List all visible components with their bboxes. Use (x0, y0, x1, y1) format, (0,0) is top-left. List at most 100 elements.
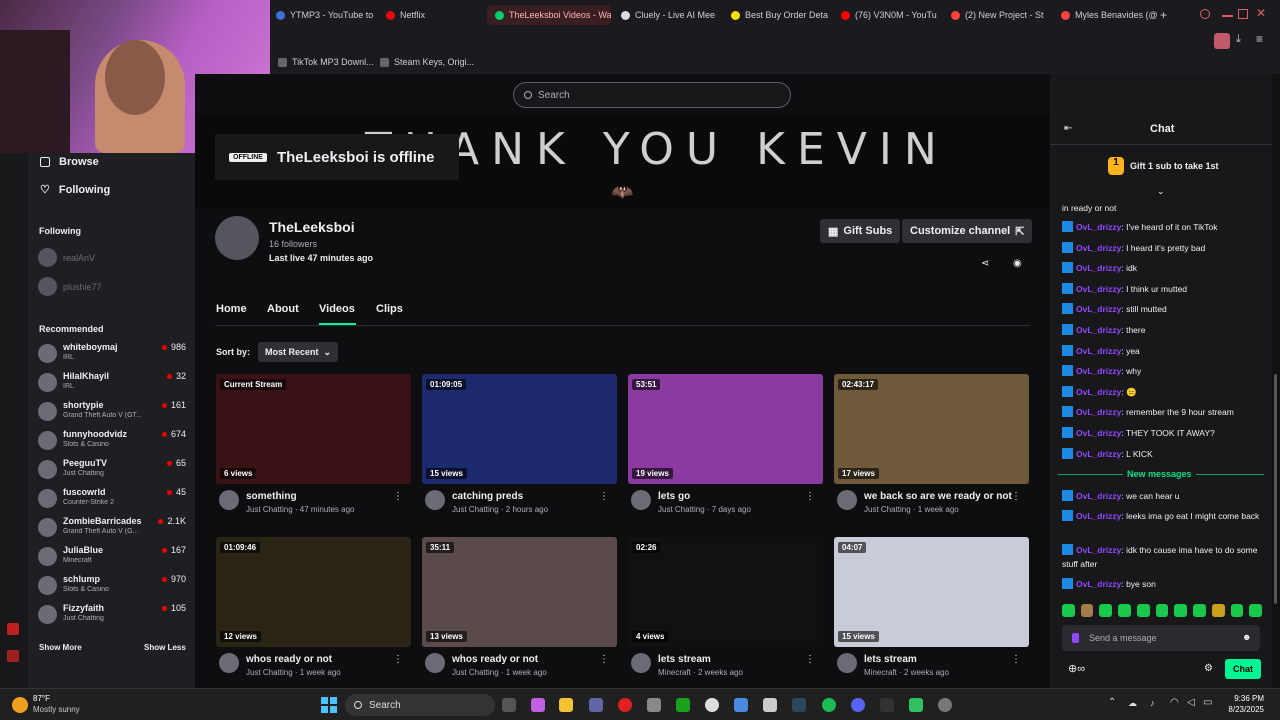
nav-browse[interactable]: Browse (40, 156, 99, 168)
video-card[interactable]: 04:07 15 views lets stream Minecraft · 2 we… (834, 537, 1029, 687)
browser-tab[interactable]: Myles Benavides (@ (1061, 5, 1161, 25)
show-less-link[interactable]: Show Less (144, 643, 186, 652)
app-icon[interactable] (7, 623, 19, 635)
video-title[interactable]: whos ready or not (452, 654, 538, 665)
discord-icon[interactable] (851, 698, 865, 712)
file-explorer-icon[interactable] (559, 698, 573, 712)
chat-username[interactable]: OvL_drizzy (1076, 325, 1121, 335)
chat-username[interactable]: OvL_drizzy (1076, 545, 1121, 555)
video-thumbnail[interactable]: Current Stream 6 views (216, 374, 411, 484)
emote-icon[interactable] (1080, 604, 1094, 617)
emote-icon[interactable] (1062, 604, 1075, 617)
menu-icon[interactable]: ≡ (1256, 32, 1263, 46)
wifi-icon[interactable]: ◠ (1170, 697, 1179, 708)
chat-input[interactable]: Send a message (1062, 625, 1260, 651)
emote-icon[interactable] (1155, 604, 1169, 617)
video-thumbnail[interactable]: 02:26 4 views (628, 537, 823, 647)
browser-tab[interactable]: Best Buy Order Deta (731, 5, 831, 25)
video-thumbnail[interactable]: 04:07 15 views (834, 537, 1029, 647)
chat-username[interactable]: OvL_drizzy (1076, 449, 1121, 459)
chat-username[interactable]: OvL_drizzy (1076, 491, 1121, 501)
gift-leaderboard[interactable]: 1 Gift 1 sub to take 1st (1108, 157, 1219, 175)
minimize-icon[interactable] (1222, 15, 1233, 17)
profile-avatar[interactable] (1214, 33, 1230, 49)
close-icon[interactable]: ✕ (1256, 6, 1266, 20)
steam-icon[interactable] (792, 698, 806, 712)
emote-bar[interactable] (1062, 604, 1263, 618)
app-icon[interactable] (909, 698, 923, 712)
channel-avatar[interactable] (215, 216, 259, 260)
video-card[interactable]: 02:26 4 views lets stream Minecraft · 2 wee… (628, 537, 823, 687)
task-view-icon[interactable] (502, 698, 516, 712)
show-more-link[interactable]: Show More (39, 643, 82, 652)
chat-username[interactable]: OvL_drizzy (1076, 346, 1121, 356)
video-title[interactable]: catching preds (452, 491, 523, 502)
sort-dropdown[interactable]: Most Recent ⌄ (258, 342, 339, 362)
app-icon[interactable] (880, 698, 894, 712)
browser-tab[interactable]: (76) V3N0M - YouTu (841, 5, 941, 25)
tab-home[interactable]: Home (216, 303, 247, 315)
copilot-icon[interactable] (531, 698, 545, 712)
avatar[interactable] (837, 653, 857, 673)
chat-username[interactable]: OvL_drizzy (1076, 407, 1121, 417)
recommended-channel[interactable]: schlump Slots & Casino 970 (38, 574, 186, 598)
emote-icon[interactable] (1211, 604, 1225, 617)
taskbar-search[interactable]: Search (345, 694, 495, 716)
chevron-up-icon[interactable]: ⌃ (1108, 697, 1116, 708)
followed-channel[interactable]: plushie77 (38, 277, 186, 297)
bits-icon[interactable] (1072, 633, 1079, 643)
video-title[interactable]: something (246, 491, 297, 502)
customize-channel-button[interactable]: Customize channel ⇱ (902, 219, 1033, 243)
video-card[interactable]: 02:43:17 17 views we back so are we ready … (834, 374, 1029, 524)
teams-icon[interactable] (589, 698, 603, 712)
battery-icon[interactable]: ▭ (1203, 697, 1212, 708)
opera-gx-icon[interactable] (618, 698, 632, 712)
video-title[interactable]: we back so are we ready or not (864, 491, 1012, 502)
recommended-channel[interactable]: Fizzyfaith Just Chatting 105 (38, 603, 186, 627)
windows-start-icon[interactable] (321, 697, 337, 713)
chat-username[interactable]: OvL_drizzy (1076, 263, 1121, 273)
more-options-icon[interactable]: ⋮ (1011, 491, 1021, 502)
new-tab-button[interactable]: + (1160, 5, 1174, 25)
browser-tab[interactable]: Netflix (386, 5, 476, 25)
chat-points-icon[interactable]: ⊕∞ (1068, 662, 1085, 675)
collapse-chat-icon[interactable]: ⇤ (1064, 123, 1072, 134)
dell-icon[interactable] (705, 698, 719, 712)
video-title[interactable]: lets stream (864, 654, 917, 665)
video-card[interactable]: 01:09:05 15 views catching preds Just Chatt… (422, 374, 617, 524)
tab-videos[interactable]: Videos (319, 303, 355, 315)
app-icon[interactable] (763, 698, 777, 712)
volume-icon[interactable]: ◁ (1187, 697, 1195, 708)
download-icon[interactable]: ⤓ (1236, 33, 1241, 46)
tab-clips[interactable]: Clips (376, 303, 403, 315)
avatar[interactable] (631, 490, 651, 510)
recommended-channel[interactable]: ZombieBarricades Grand Theft Auto V (G...… (38, 516, 186, 540)
video-thumbnail[interactable]: 01:09:05 15 views (422, 374, 617, 484)
emote-icon[interactable] (1099, 604, 1113, 617)
share-icon[interactable]: ⋖ (981, 258, 989, 269)
emote-icon[interactable] (1249, 604, 1263, 617)
emote-icon[interactable] (1193, 604, 1206, 617)
emote-picker-icon[interactable]: ☻ (1242, 632, 1251, 642)
search-bar[interactable]: Search (513, 82, 791, 108)
clock-time[interactable]: 9:36 PM (1228, 694, 1264, 703)
tab-about[interactable]: About (267, 303, 299, 315)
gear-icon[interactable]: ⚙ (1204, 663, 1213, 674)
video-thumbnail[interactable]: 01:09:46 12 views (216, 537, 411, 647)
recommended-channel[interactable]: funnyhoodvidz Slots & Casino 674 (38, 429, 186, 453)
avatar[interactable] (425, 653, 445, 673)
maximize-icon[interactable] (1238, 9, 1248, 19)
bookmark-item[interactable]: TikTok MP3 Downl... (278, 57, 374, 67)
weather-icon[interactable] (12, 697, 28, 713)
recommended-channel[interactable]: whiteboymaj IRL 986 (38, 342, 186, 366)
chat-username[interactable]: OvL_drizzy (1076, 428, 1121, 438)
video-card[interactable]: 35:11 13 views whos ready or not Just Chatt… (422, 537, 617, 687)
video-title[interactable]: lets stream (658, 654, 711, 665)
chevron-down-icon[interactable]: ⌄ (1157, 186, 1165, 197)
scrollbar[interactable] (1272, 74, 1280, 688)
user-icon[interactable]: ◉ (1013, 258, 1022, 269)
recommended-channel[interactable]: PeeguuTV Just Chatting 65 (38, 458, 186, 482)
more-options-icon[interactable]: ⋮ (599, 491, 609, 502)
recommended-channel[interactable]: shortypie Grand Theft Auto V (GT... 161 (38, 400, 186, 424)
video-thumbnail[interactable]: 02:43:17 17 views (834, 374, 1029, 484)
